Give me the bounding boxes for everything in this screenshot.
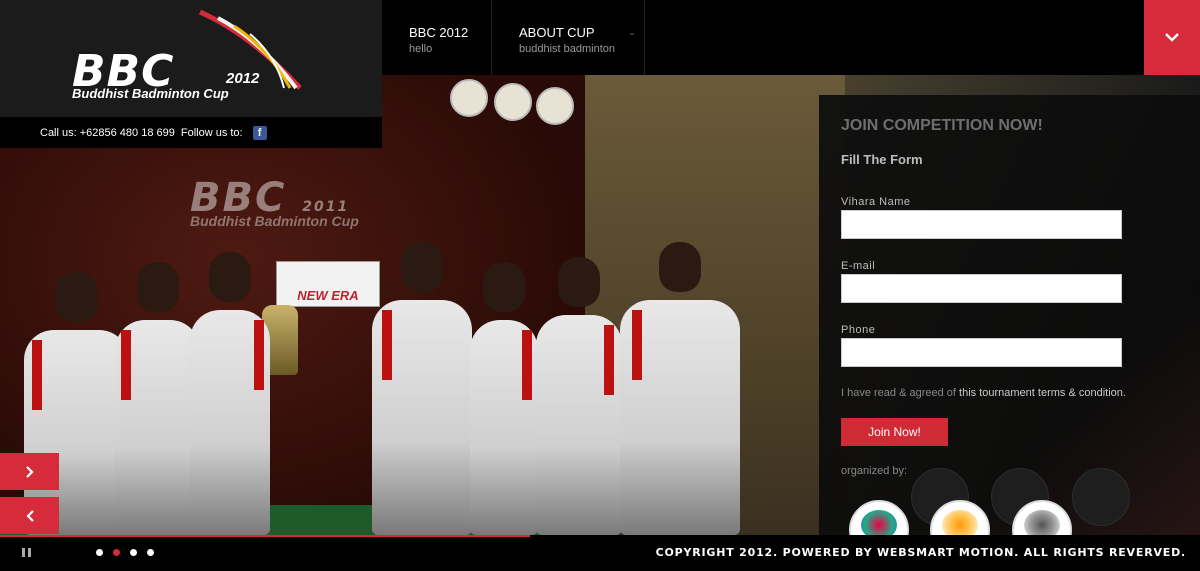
nav-item-subtitle: buddhist badminton xyxy=(519,43,616,55)
photo-person xyxy=(372,242,472,535)
logo-year: 2012 xyxy=(226,70,260,87)
nav-item-about-cup[interactable]: ABOUT CUP buddhist badminton xyxy=(492,0,645,75)
chevron-down-icon xyxy=(1165,33,1179,42)
chevron-right-icon xyxy=(25,465,34,478)
form-title: JOIN COMPETITION NOW! xyxy=(841,117,1043,134)
call-us-text: Call us: +62856 480 18 699 xyxy=(40,126,175,139)
slide-dot[interactable] xyxy=(130,549,137,556)
top-navigation: BBC 2012 hello ABOUT CUP buddhist badmin… xyxy=(382,0,1200,75)
photo-person xyxy=(620,242,740,535)
follow-us-text: Follow us to: xyxy=(180,126,243,139)
facebook-icon[interactable]: f xyxy=(252,125,267,140)
sponsor-logo-icon xyxy=(536,87,574,125)
terms-link[interactable]: this tournament terms & condition. xyxy=(959,387,1126,399)
photo-person xyxy=(536,257,622,535)
nav-item-subtitle: hello xyxy=(409,43,433,55)
phone-input[interactable] xyxy=(841,338,1122,367)
nav-separator: - xyxy=(630,26,634,40)
sponsor-logo-icon xyxy=(494,83,532,121)
slide-dot[interactable] xyxy=(147,549,154,556)
copyright-text: COPYRIGHT 2012. POWERED BY WEBSMART MOTI… xyxy=(655,546,1186,559)
nav-item-title: ABOUT CUP xyxy=(519,25,595,40)
prev-slide-button[interactable] xyxy=(0,497,59,534)
email-input[interactable] xyxy=(841,274,1122,303)
next-slide-button[interactable] xyxy=(0,453,59,490)
chevron-left-icon xyxy=(25,509,34,522)
menu-toggle-button[interactable] xyxy=(1144,0,1200,75)
slide-progress-bar xyxy=(0,535,530,537)
photo-person xyxy=(470,262,538,535)
photo-person xyxy=(190,252,270,535)
slide-dots xyxy=(96,549,154,556)
terms-prefix: I have read & agreed of xyxy=(841,387,960,399)
join-form-panel: JOIN COMPETITION NOW! Fill The Form Viha… xyxy=(819,95,1200,535)
organizer-logo-icon xyxy=(1072,468,1130,526)
slide-dot-active[interactable] xyxy=(113,549,120,556)
sponsor-banner: NEW ERA xyxy=(276,261,380,307)
nav-item-bbc-2012[interactable]: BBC 2012 hello xyxy=(382,0,492,75)
site-logo[interactable]: BBC 2012 Buddhist Badminton Cup xyxy=(0,0,382,117)
email-label: E-mail xyxy=(841,260,876,272)
organized-by-label: organized by: xyxy=(841,465,908,477)
vihara-name-label: Vihara Name xyxy=(841,196,911,208)
logo-subtitle: Buddhist Badminton Cup xyxy=(72,86,229,101)
backdrop-subtitle: Buddhist Badminton Cup xyxy=(190,213,359,229)
nav-item-title: BBC 2012 xyxy=(409,25,469,40)
slide-dot[interactable] xyxy=(96,549,103,556)
join-now-button[interactable]: Join Now! xyxy=(841,418,948,446)
form-subtitle: Fill The Form xyxy=(841,152,923,167)
sponsor-logo-icon xyxy=(450,79,488,117)
terms-text: I have read & agreed of this tournament … xyxy=(841,387,1126,399)
pause-icon[interactable] xyxy=(22,548,31,557)
vihara-name-input[interactable] xyxy=(841,210,1122,239)
contact-bar: Call us: +62856 480 18 699 Follow us to:… xyxy=(0,117,382,148)
phone-label: Phone xyxy=(841,324,876,336)
photo-person xyxy=(115,262,200,535)
